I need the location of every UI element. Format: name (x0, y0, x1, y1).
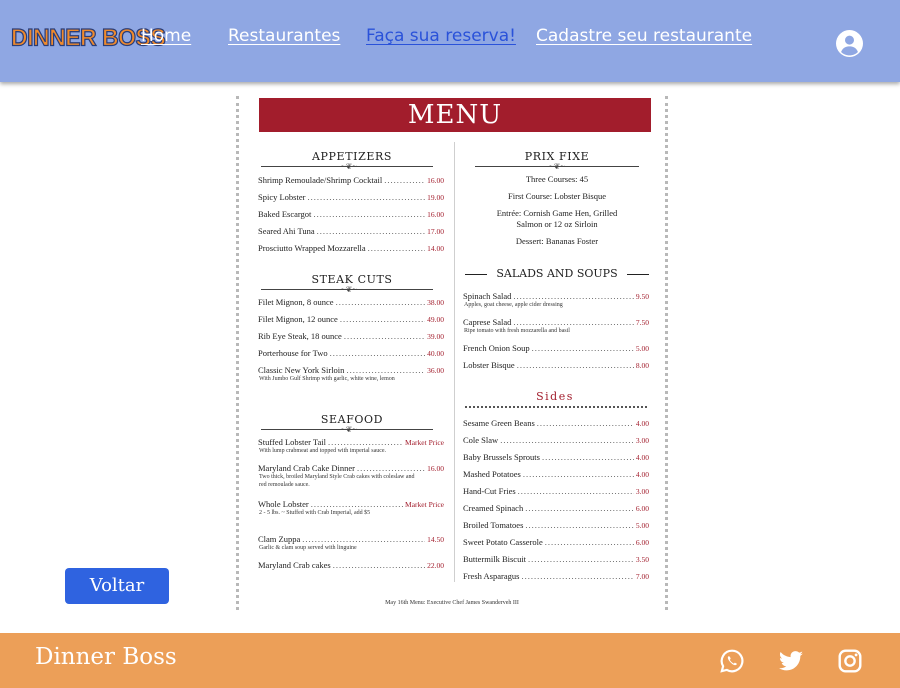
item-description: Apples, goat cheese, apple cider dressin… (464, 302, 563, 308)
menu-item: Porterhouse for Two.....................… (258, 348, 444, 358)
menu-item: Classic New York Sirloin................… (258, 365, 444, 375)
menu-item: Seared Ahi Tuna.........................… (258, 226, 444, 236)
prix-fixe-line: Entrée: Cornish Game Hen, Grilled Salmon… (496, 208, 618, 229)
sides-title: Sides (536, 390, 574, 403)
flourish-icon: ~❦~ (340, 285, 358, 294)
menu-item: Buttermilk Biscuit......................… (463, 554, 649, 564)
menu-item: Prosciutto Wrapped Mozzarella...........… (258, 243, 444, 253)
item-description: 2 - 5 lbs. ~ Stuffed with Crab Imperial,… (259, 510, 371, 516)
title-line (627, 274, 649, 275)
flourish-icon: ~❦~ (548, 162, 566, 171)
menu-item: Filet Mignon, 12 ounce..................… (258, 314, 444, 324)
item-description: Garlic & clam soup served with linguine (259, 545, 357, 551)
menu-item: Creamed Spinach.........................… (463, 503, 649, 513)
menu-item: Baby Brussels Sprouts...................… (463, 452, 649, 462)
menu-item: Spinach Salad...........................… (463, 291, 649, 301)
menu-item: French Onion Soup.......................… (463, 343, 649, 353)
menu-item: Shrimp Remoulade/Shrimp Cocktail........… (258, 175, 444, 185)
title-line (465, 274, 487, 275)
nav-link-cadastre[interactable]: Cadastre seu restaurante (536, 26, 752, 46)
menu-item: Rib Eye Steak, 18 ounce.................… (258, 331, 444, 341)
prix-fixe-line: Three Courses: 45 (525, 174, 589, 184)
menu-item: Baked Escargot..........................… (258, 209, 444, 219)
voltar-button[interactable]: Voltar (65, 568, 169, 604)
salads-soups-label: SALADS AND SOUPS (496, 267, 618, 280)
prix-fixe-line: Dessert: Bananas Foster (515, 236, 599, 246)
nav-link-reserva[interactable]: Faça sua reserva! (366, 26, 516, 46)
menu-item: Maryland Crab cakes.....................… (258, 560, 444, 570)
menu-image: MENU APPETIZERS ~❦~ Shrimp Remoulade/Shr… (236, 96, 668, 610)
prix-fixe-line: First Course: Lobster Bisque (508, 191, 606, 201)
menu-item: Lobster Bisque..........................… (463, 360, 649, 370)
twitter-icon[interactable] (778, 648, 804, 674)
menu-item: Caprese Salad...........................… (463, 317, 649, 327)
menu-item: Filet Mignon, 8 ounce...................… (258, 297, 444, 307)
menu-item: Spicy Lobster...........................… (258, 192, 444, 202)
footer: Dinner Boss (0, 633, 900, 688)
sides-dotted-rule (465, 406, 647, 408)
flourish-icon: ~❦~ (340, 162, 358, 171)
salads-soups-title: SALADS AND SOUPS (463, 267, 651, 280)
menu-item: Cole Slaw...............................… (463, 435, 649, 445)
menu-item: Stuffed Lobster Tail....................… (258, 437, 444, 447)
menu-item: Broiled Tomatoes........................… (463, 520, 649, 530)
nav-link-home[interactable]: Home (141, 26, 191, 46)
column-divider (454, 142, 455, 582)
top-navbar: DINNER BOSS Home Restaurantes Faça sua r… (0, 0, 900, 82)
menu-item: Clam Zuppa..............................… (258, 534, 444, 544)
item-description: Ripe tomato with fresh mozzarella and ba… (464, 328, 570, 334)
item-description: With lump crabmeat and topped with imper… (259, 448, 387, 454)
menu-item: Sesame Green Beans......................… (463, 418, 649, 428)
menu-footnote: May 16th Menu: Executive Chef James Swan… (385, 600, 519, 606)
nav-link-restaurantes[interactable]: Restaurantes (228, 26, 340, 46)
menu-item: Mashed Potatoes.........................… (463, 469, 649, 479)
menu-item: Whole Lobster...........................… (258, 499, 444, 509)
menu-item: Sweet Potato Casserole..................… (463, 537, 649, 547)
footer-brand: Dinner Boss (35, 644, 177, 670)
menu-item: Maryland Crab Cake Dinner...............… (258, 463, 444, 473)
user-circle-icon[interactable] (836, 30, 863, 57)
menu-title: MENU (259, 98, 651, 132)
item-description: With Jumbo Gulf Shrimp with garlic, whit… (259, 376, 395, 382)
item-description: Two thick, broiled Maryland Style Crab c… (259, 474, 415, 488)
flourish-icon: ~❦~ (340, 425, 358, 434)
menu-item: Fresh Asparagus.........................… (463, 571, 649, 581)
whatsapp-icon[interactable] (719, 648, 745, 674)
menu-item: Hand-Cut Fries..........................… (463, 486, 649, 496)
instagram-icon[interactable] (837, 648, 863, 674)
